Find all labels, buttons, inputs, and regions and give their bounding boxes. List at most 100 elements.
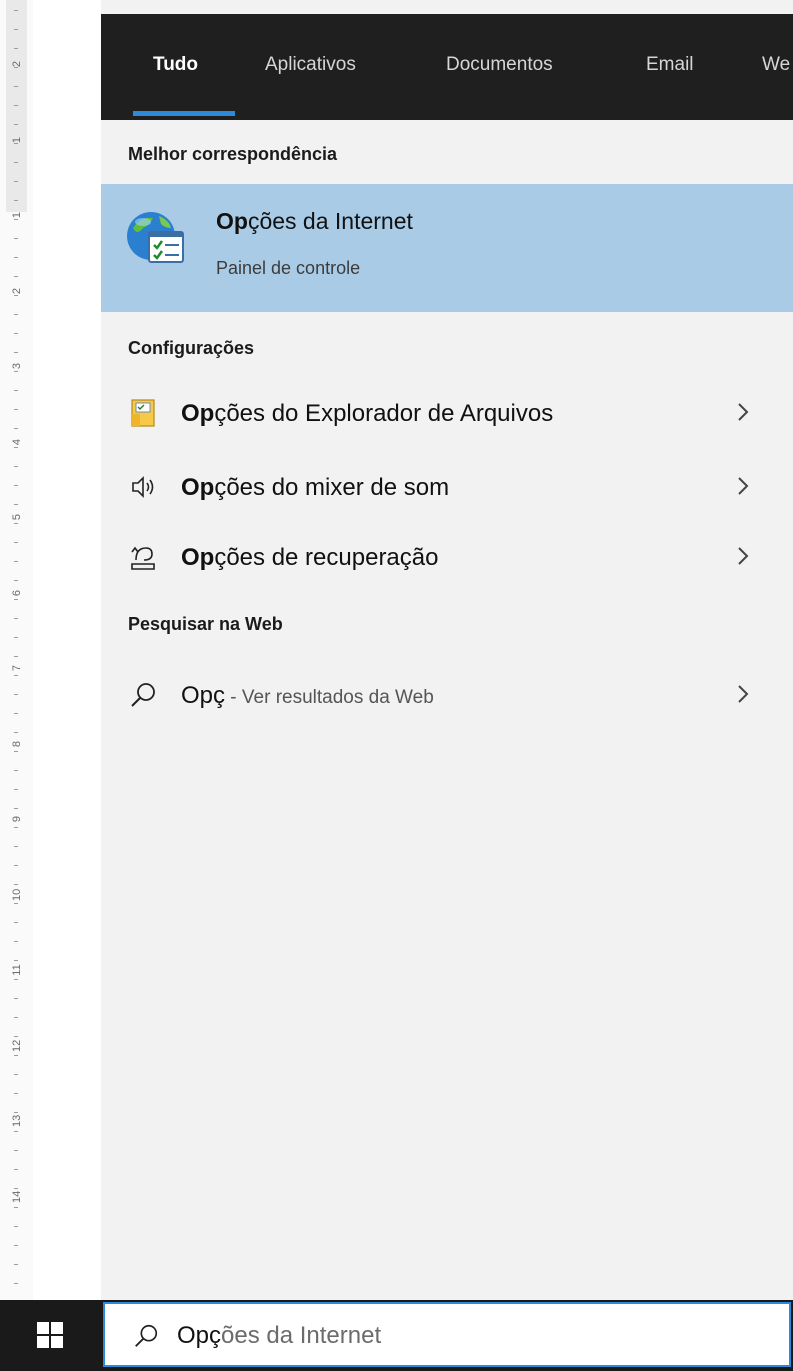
settings-item-recovery[interactable]: Opções de recuperação bbox=[101, 530, 793, 586]
ruler-tick bbox=[14, 1017, 18, 1018]
ruler-tick bbox=[14, 751, 18, 752]
ruler-number: 2 bbox=[11, 287, 23, 295]
ruler-tick bbox=[14, 675, 18, 676]
ruler-tick bbox=[14, 580, 18, 581]
ruler-tick bbox=[14, 941, 18, 942]
best-match-item[interactable]: Opções da Internet Painel de controle bbox=[101, 184, 793, 312]
ruler-tick bbox=[14, 257, 18, 258]
ruler-tick bbox=[14, 694, 18, 695]
search-icon bbox=[131, 683, 155, 707]
chevron-right-icon bbox=[738, 685, 749, 703]
ruler-tick bbox=[14, 1131, 18, 1132]
ruler-tick bbox=[14, 561, 18, 562]
ruler-tick bbox=[14, 1226, 18, 1227]
settings-item-sound-mixer[interactable]: Opções do mixer de som bbox=[101, 460, 793, 516]
ruler-tick bbox=[14, 181, 18, 182]
ruler-tick bbox=[14, 998, 18, 999]
chevron-right-icon bbox=[738, 403, 749, 421]
tab-documentos[interactable]: Documentos bbox=[446, 54, 553, 76]
taskbar: Opções da Internet bbox=[0, 1300, 793, 1371]
ruler-tick bbox=[14, 29, 18, 30]
ruler-number: 12 bbox=[11, 1039, 23, 1052]
ruler-tick bbox=[14, 1036, 18, 1037]
ruler-tick bbox=[14, 770, 18, 771]
ruler-tick bbox=[14, 789, 18, 790]
ruler-number: 13 bbox=[11, 1114, 23, 1127]
settings-heading: Configurações bbox=[128, 338, 255, 358]
ruler-number: 7 bbox=[11, 664, 23, 672]
ruler-tick bbox=[14, 865, 18, 866]
ruler-tick bbox=[14, 238, 18, 239]
ruler-tick bbox=[14, 637, 18, 638]
ruler-tick bbox=[14, 656, 18, 657]
ruler-tick bbox=[14, 846, 18, 847]
search-query-text: Opções da Internet bbox=[177, 1322, 382, 1349]
search-results-panel: Tudo Aplicativos Documentos Email We Mel… bbox=[101, 14, 793, 1300]
ruler-number: 1 bbox=[11, 136, 23, 144]
ruler-tick bbox=[14, 200, 18, 201]
ruler-tick bbox=[14, 808, 18, 809]
tab-tudo[interactable]: Tudo bbox=[153, 54, 198, 76]
ruler-number: 5 bbox=[11, 513, 23, 521]
ruler-number: 10 bbox=[11, 888, 23, 901]
ruler-tick bbox=[14, 124, 18, 125]
search-scope-tabs: Tudo Aplicativos Documentos Email We bbox=[101, 14, 793, 120]
tab-aplicativos[interactable]: Aplicativos bbox=[265, 54, 356, 76]
ruler-tick bbox=[14, 162, 18, 163]
ruler-tick bbox=[14, 10, 18, 11]
ruler-tick bbox=[14, 485, 18, 486]
ruler-tick bbox=[14, 352, 18, 353]
tab-email[interactable]: Email bbox=[646, 54, 694, 76]
ruler-tick bbox=[14, 903, 18, 904]
web-search-heading: Pesquisar na Web bbox=[128, 614, 283, 634]
ruler-tick bbox=[14, 542, 18, 543]
ruler-tick bbox=[14, 523, 18, 524]
web-search-label: Opç - Ver resultados da Web bbox=[181, 682, 434, 709]
ruler-number: 14 bbox=[11, 1190, 23, 1203]
vertical-ruler: 2 1 1 2 3 4 5 6 7 8 9 10 11 12 13 14 bbox=[0, 0, 34, 1300]
tab-web[interactable]: We bbox=[762, 54, 790, 76]
ruler-tick bbox=[14, 1112, 18, 1113]
ruler-tick bbox=[14, 1207, 18, 1208]
ruler-number: 8 bbox=[11, 740, 23, 748]
best-match-subtitle: Painel de controle bbox=[216, 258, 361, 278]
ruler-tick bbox=[14, 86, 18, 87]
ruler-tick bbox=[14, 713, 18, 714]
ruler-number: 2 bbox=[11, 60, 23, 68]
chevron-right-icon bbox=[738, 477, 749, 495]
ruler-tick bbox=[14, 1150, 18, 1151]
windows-logo-icon bbox=[37, 1322, 63, 1348]
ruler-tick bbox=[14, 732, 18, 733]
ruler-tick bbox=[14, 599, 18, 600]
ruler-number: 1 bbox=[11, 211, 23, 219]
start-button[interactable] bbox=[0, 1300, 101, 1371]
ruler-tick bbox=[14, 1093, 18, 1094]
ruler-tick bbox=[14, 960, 18, 961]
internet-options-globe-icon bbox=[127, 212, 184, 263]
ruler-tick bbox=[14, 466, 18, 467]
ruler-number: 9 bbox=[11, 815, 23, 823]
ruler-tick bbox=[14, 1188, 18, 1189]
search-icon bbox=[135, 1324, 158, 1347]
ruler-tick bbox=[14, 276, 18, 277]
ruler-number: 3 bbox=[11, 362, 23, 370]
document-page-edge bbox=[33, 0, 101, 1300]
ruler-number: 4 bbox=[11, 438, 23, 446]
best-match-heading: Melhor correspondência bbox=[128, 144, 338, 164]
ruler-tick bbox=[14, 428, 18, 429]
ruler-tick bbox=[14, 1169, 18, 1170]
settings-item-label: Opções de recuperação bbox=[181, 544, 439, 571]
ruler-tick bbox=[14, 1245, 18, 1246]
ruler-tick bbox=[14, 1055, 18, 1056]
web-search-result[interactable]: Opç - Ver resultados da Web bbox=[101, 668, 793, 724]
ruler-tick bbox=[14, 48, 18, 49]
settings-item-label: Opções do Explorador de Arquivos bbox=[181, 400, 554, 427]
ruler-tick bbox=[14, 105, 18, 106]
best-match-title: Opções da Internet bbox=[216, 208, 413, 234]
ruler-tick bbox=[14, 314, 18, 315]
settings-item-explorer-options[interactable]: Opções do Explorador de Arquivos bbox=[101, 386, 793, 442]
ruler-number: 11 bbox=[11, 964, 23, 976]
taskbar-search-input[interactable]: Opções da Internet bbox=[103, 1302, 791, 1367]
ruler-tick bbox=[14, 1283, 18, 1284]
ruler-number: 6 bbox=[11, 589, 23, 597]
